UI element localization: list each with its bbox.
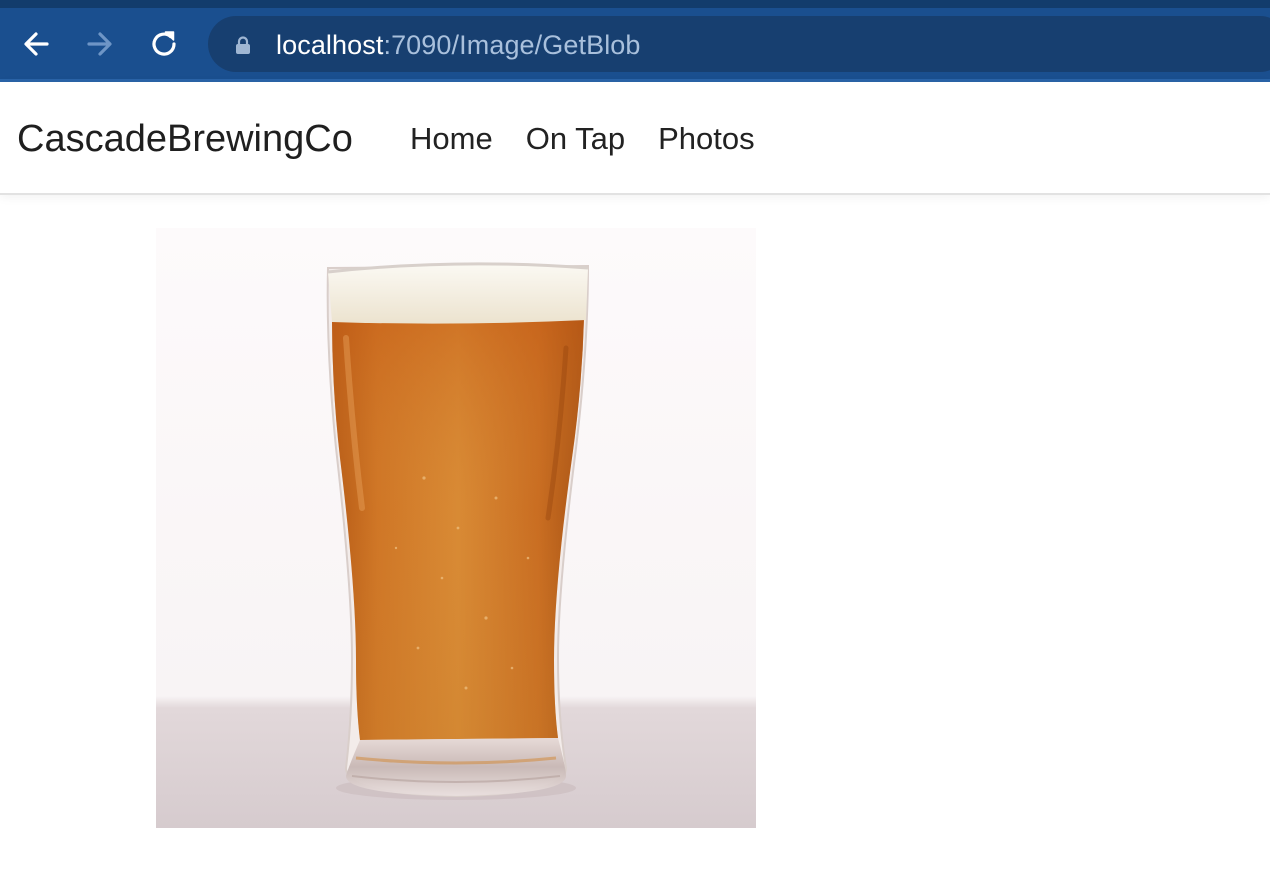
nav-link-home[interactable]: Home: [410, 121, 493, 156]
lock-icon: [236, 36, 250, 54]
reload-icon: [152, 31, 176, 56]
nav-item-on-tap: On Tap: [526, 120, 625, 158]
arrow-left-icon: [24, 32, 49, 56]
url-text: localhost:7090/Image/GetBlob: [276, 30, 641, 60]
browser-toolbar: localhost:7090/Image/GetBlob: [0, 0, 1270, 82]
nav-item-home: Home: [410, 120, 493, 158]
url-path: :7090/Image/GetBlob: [383, 30, 641, 60]
site-navbar: CascadeBrewingCo Home On Tap Photos: [0, 82, 1270, 195]
beer-glass-image: [156, 228, 756, 828]
nav-link-photos[interactable]: Photos: [658, 121, 755, 156]
back-button[interactable]: [18, 26, 54, 62]
reload-button[interactable]: [146, 26, 182, 62]
address-bar[interactable]: localhost:7090/Image/GetBlob: [208, 16, 1270, 72]
forward-button[interactable]: [82, 26, 118, 62]
arrow-right-icon: [87, 32, 112, 56]
url-host: localhost: [276, 30, 384, 60]
nav-links: Home On Tap Photos: [410, 120, 755, 158]
browser-tab-strip: [0, 0, 1270, 8]
nav-link-on-tap[interactable]: On Tap: [526, 121, 625, 156]
beer-glass-photo: [156, 228, 756, 828]
brand-link[interactable]: CascadeBrewingCo: [17, 117, 353, 161]
nav-item-photos: Photos: [658, 120, 755, 158]
